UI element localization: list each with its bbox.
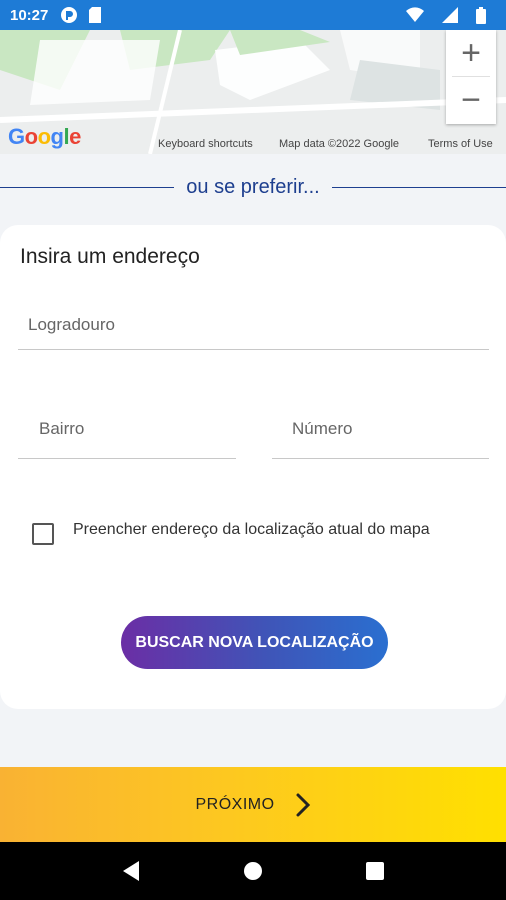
google-logo-letter: e — [69, 124, 81, 149]
divider-line-right — [331, 186, 506, 188]
google-logo-letter: G — [8, 124, 25, 149]
battery-icon — [476, 6, 486, 24]
keyboard-shortcuts-link[interactable]: Keyboard shortcuts — [158, 138, 253, 150]
address-form-card: Insira um endereço Preencher endereço da… — [0, 225, 506, 709]
search-location-button[interactable]: BUSCAR NOVA LOCALIZAÇÃO — [121, 616, 388, 669]
recents-icon[interactable] — [355, 851, 395, 891]
number-field — [272, 400, 489, 459]
zoom-control: + − — [446, 30, 496, 124]
use-location-checkbox[interactable] — [32, 523, 54, 545]
terms-of-use-link[interactable]: Terms of Use — [428, 138, 493, 150]
next-button[interactable]: PRÓXIMO — [0, 767, 506, 842]
use-location-row: Preencher endereço da localização atual … — [32, 521, 430, 545]
zoom-out-button[interactable]: − — [446, 77, 496, 123]
or-divider: ou se preferir... — [0, 172, 506, 202]
cast-icon — [60, 6, 78, 24]
number-input[interactable] — [272, 400, 489, 458]
signal-icon — [442, 7, 458, 23]
wifi-icon — [406, 7, 424, 23]
google-logo-letter: o — [37, 124, 51, 149]
map-view[interactable]: Google Keyboard shortcuts Map data ©2022… — [0, 30, 506, 154]
google-logo: Google — [8, 124, 81, 150]
chevron-right-icon — [295, 792, 311, 818]
use-location-label: Preencher endereço da localização atual … — [73, 521, 430, 538]
status-time: 10:27 — [10, 6, 49, 24]
back-icon[interactable] — [111, 851, 151, 891]
street-input[interactable] — [18, 301, 489, 349]
street-field — [18, 301, 489, 350]
form-title: Insira um endereço — [20, 245, 200, 268]
neighborhood-input[interactable] — [18, 400, 236, 458]
map-data-attribution: Map data ©2022 Google — [279, 138, 400, 150]
divider-line-left — [0, 186, 175, 188]
or-divider-text: ou se preferir... — [186, 175, 320, 198]
google-logo-letter: o — [24, 124, 38, 149]
system-nav-bar — [0, 842, 506, 900]
home-icon[interactable] — [233, 851, 273, 891]
next-label: PRÓXIMO — [195, 795, 275, 813]
zoom-in-button[interactable]: + — [446, 30, 496, 76]
sd-card-icon — [88, 6, 102, 24]
google-logo-letter: g — [50, 124, 64, 149]
status-bar: 10:27 — [0, 0, 506, 30]
neighborhood-field — [18, 400, 236, 459]
